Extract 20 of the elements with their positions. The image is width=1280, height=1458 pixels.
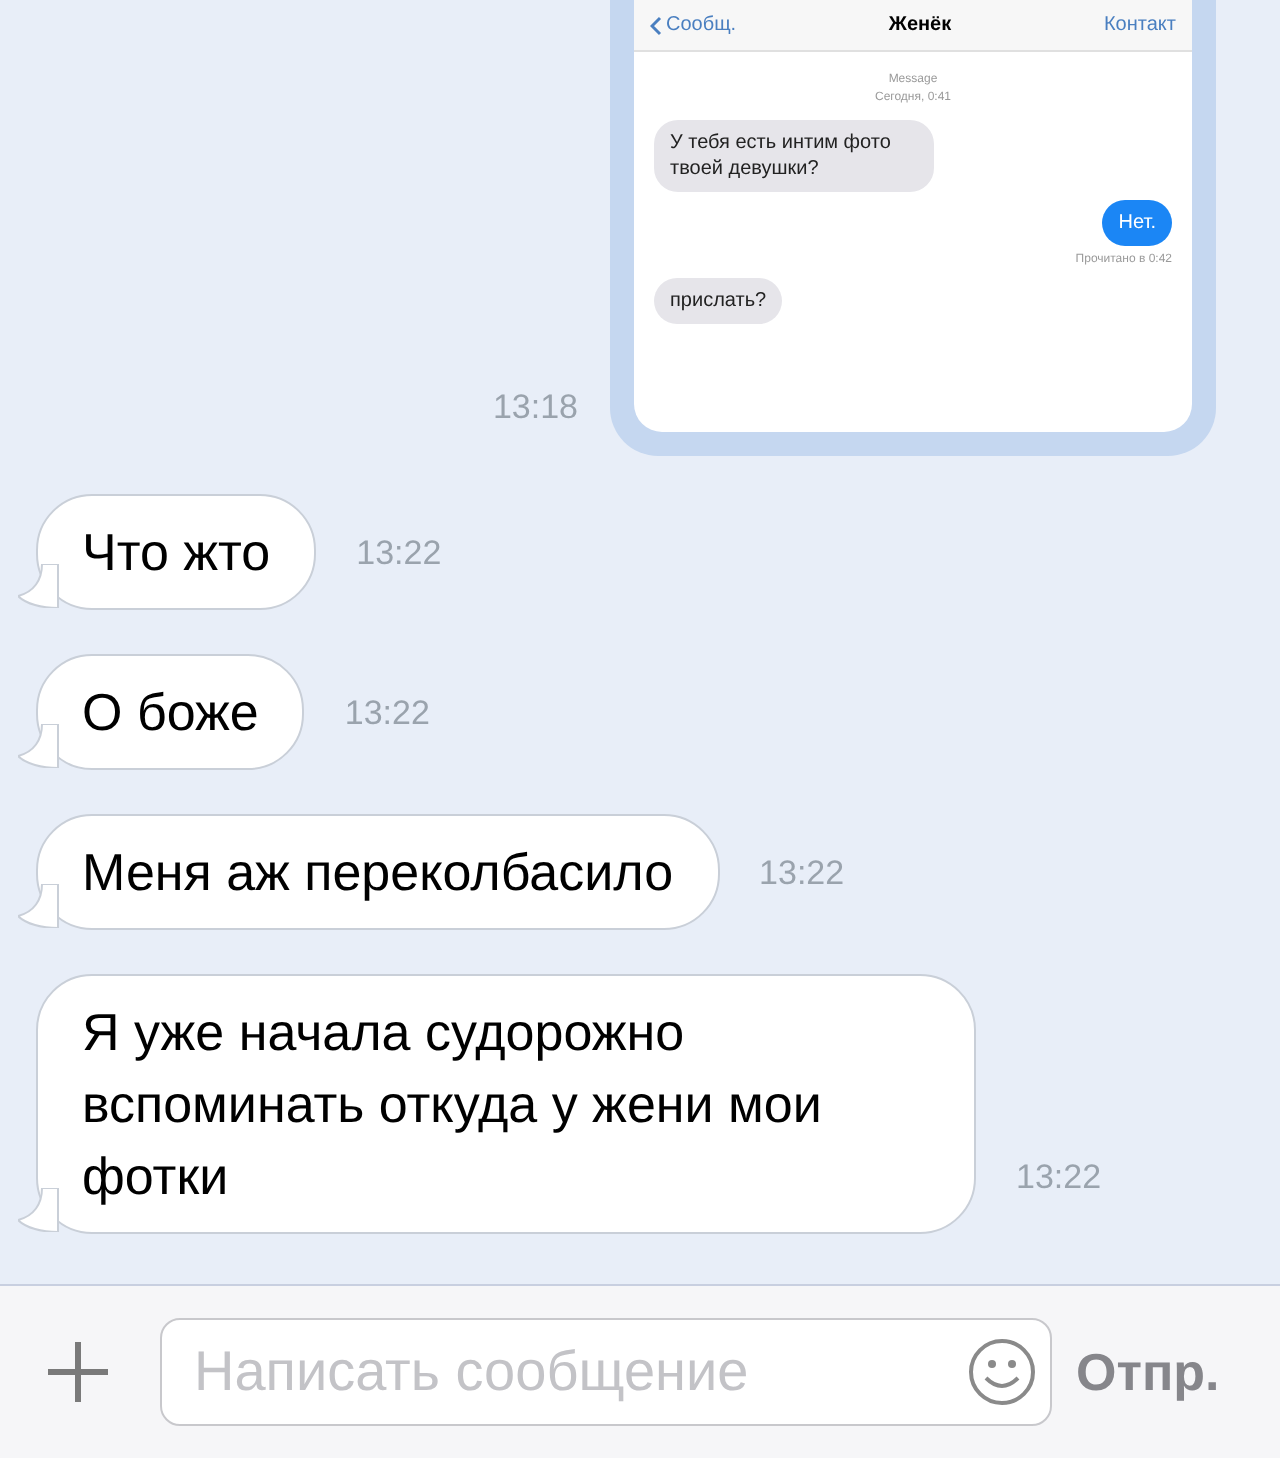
plus-icon[interactable] xyxy=(44,1338,112,1406)
chat-bubble: У тебя есть интим фото твоей девушки? xyxy=(654,120,934,192)
bubble-tail xyxy=(18,1188,62,1232)
bubble-tail xyxy=(18,724,62,768)
chevron-icon xyxy=(650,15,662,35)
chat-bubble: прислать? xyxy=(654,278,783,324)
message-time: 13:18 xyxy=(492,385,578,429)
send-button[interactable]: Отпр. xyxy=(1076,1333,1220,1411)
chat-bubble: Нет. xyxy=(1102,200,1172,246)
message-field[interactable]: Написать сообщение xyxy=(160,1318,1052,1426)
message-time: 13:22 xyxy=(356,531,442,575)
message-time: 13:22 xyxy=(344,691,430,735)
bubble-tail xyxy=(18,564,62,608)
bubble-tail xyxy=(18,884,62,928)
contact-link[interactable]: Контакт xyxy=(1103,10,1176,40)
message-time: 13:22 xyxy=(759,851,845,895)
smiley-icon[interactable] xyxy=(968,1338,1036,1406)
message-time: 13:22 xyxy=(1016,1155,1102,1199)
back-link[interactable]: Сообщ. xyxy=(650,10,737,40)
contact-name: Женёк xyxy=(888,12,952,40)
